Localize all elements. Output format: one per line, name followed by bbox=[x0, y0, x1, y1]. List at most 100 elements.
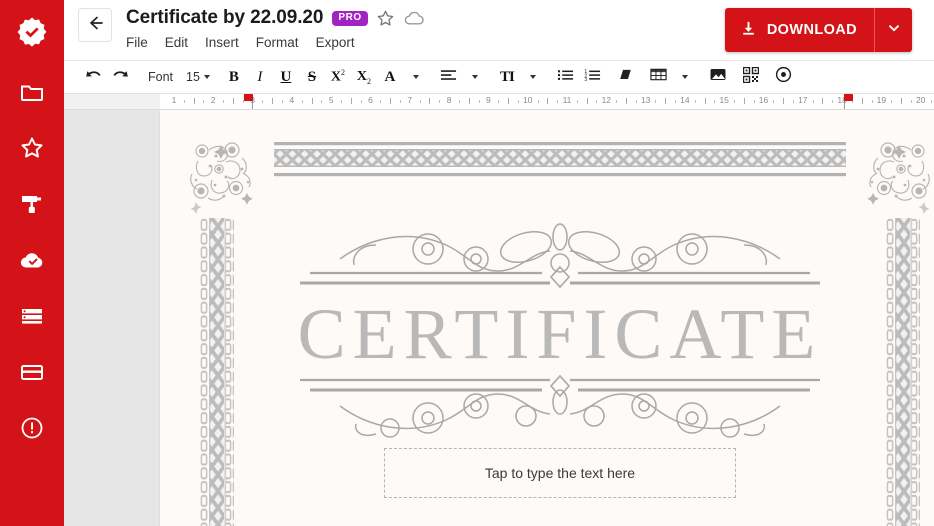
title-block: Certificate by 22.09.20 PRO File Edit In… bbox=[126, 0, 426, 50]
ruler-tick bbox=[714, 100, 716, 103]
corner-ornament-top-right bbox=[856, 136, 934, 214]
formatting-toolbar: Font 15 B I U S X2 X2 A TI 1 2 3 bbox=[64, 60, 934, 94]
strikethrough-label: S bbox=[307, 68, 317, 85]
sidebar-item-favorites[interactable] bbox=[0, 120, 64, 176]
eraser-button[interactable] bbox=[612, 62, 639, 92]
ruler-tick bbox=[508, 98, 510, 104]
chevron-down-icon bbox=[529, 75, 536, 79]
ruler-number: 20 bbox=[915, 95, 926, 105]
sidebar-item-subscription[interactable] bbox=[0, 344, 64, 400]
align-dropdown[interactable] bbox=[462, 62, 488, 92]
page-title[interactable]: Certificate by 22.09.20 bbox=[126, 7, 323, 29]
download-arrow-icon bbox=[740, 20, 757, 41]
download-group: DOWNLOAD bbox=[724, 8, 912, 52]
numbered-list-button[interactable]: 1 2 3 bbox=[579, 62, 606, 92]
ruler-tick bbox=[272, 98, 274, 104]
bullet-list-button[interactable] bbox=[552, 62, 579, 92]
left-margin-marker[interactable] bbox=[243, 94, 253, 101]
download-button[interactable]: DOWNLOAD bbox=[724, 8, 874, 52]
image-button[interactable] bbox=[704, 62, 732, 92]
ruler-number: 10 bbox=[522, 95, 533, 105]
flourish-ornament-top bbox=[280, 215, 840, 295]
chevron-down-icon bbox=[471, 75, 478, 79]
font-family-button[interactable]: Font bbox=[140, 70, 181, 84]
ruler-tick bbox=[753, 100, 755, 103]
ruler-tick bbox=[783, 98, 785, 104]
table-icon bbox=[650, 67, 667, 87]
text-placeholder-box[interactable]: Tap to type the text here bbox=[384, 448, 736, 498]
ruler-number: 2 bbox=[210, 95, 216, 105]
ruler-tick bbox=[301, 100, 303, 103]
align-left-icon bbox=[440, 68, 457, 87]
download-label: DOWNLOAD bbox=[766, 22, 857, 38]
ruler-tick bbox=[734, 100, 736, 103]
ruler-tick bbox=[458, 100, 460, 103]
font-size-button[interactable]: 15 bbox=[181, 70, 215, 84]
sidebar-item-design[interactable] bbox=[0, 176, 64, 232]
ruler-number: 17 bbox=[798, 95, 808, 105]
ruler-tick bbox=[871, 100, 873, 103]
ruler-number: 4 bbox=[289, 95, 295, 105]
text-style-dropdown[interactable] bbox=[520, 62, 546, 92]
qr-code-button[interactable] bbox=[738, 62, 764, 92]
certificate-title[interactable]: CERTIFICATE bbox=[160, 298, 934, 370]
italic-label: I bbox=[257, 68, 263, 85]
ruler-tick bbox=[399, 100, 401, 103]
table-button[interactable] bbox=[645, 62, 672, 92]
ruler-tick bbox=[380, 100, 382, 103]
italic-button[interactable]: I bbox=[247, 62, 273, 92]
sidebar-item-list[interactable] bbox=[0, 288, 64, 344]
main-pane: Certificate by 22.09.20 PRO File Edit In… bbox=[64, 0, 934, 526]
underline-label: U bbox=[280, 68, 292, 85]
ruler-tick bbox=[812, 100, 814, 103]
redo-icon bbox=[112, 67, 129, 87]
menu-item-insert[interactable]: Insert bbox=[205, 35, 239, 50]
table-dropdown[interactable] bbox=[672, 62, 698, 92]
text-style-button[interactable]: TI bbox=[494, 62, 520, 92]
ruler-number: 8 bbox=[446, 95, 452, 105]
ruler-number: 16 bbox=[758, 95, 769, 105]
download-options-button[interactable] bbox=[874, 8, 912, 52]
subscript-label: X bbox=[356, 68, 367, 84]
app-logo-icon[interactable] bbox=[0, 6, 64, 62]
menu-item-edit[interactable]: Edit bbox=[165, 35, 188, 50]
right-margin-marker[interactable] bbox=[844, 94, 854, 101]
app-window: Certificate by 22.09.20 PRO File Edit In… bbox=[0, 0, 934, 526]
ruler-tick bbox=[792, 100, 794, 103]
sidebar-item-files[interactable] bbox=[0, 64, 64, 120]
ruler-tick bbox=[891, 100, 893, 103]
certificate-page[interactable]: CERTIFICATE Tap to type the text here bbox=[160, 110, 934, 526]
document-canvas[interactable]: CERTIFICATE Tap to type the text here bbox=[64, 110, 934, 526]
align-button[interactable] bbox=[435, 62, 462, 92]
shape-button[interactable] bbox=[770, 62, 797, 92]
strikethrough-button[interactable]: S bbox=[299, 62, 325, 92]
menu-item-format[interactable]: Format bbox=[256, 35, 299, 50]
sidebar-item-cloud[interactable] bbox=[0, 232, 64, 288]
ruler-tick bbox=[576, 100, 578, 103]
text-style-label: TI bbox=[500, 68, 515, 85]
superscript-button[interactable]: X2 bbox=[325, 62, 351, 92]
star-outline-icon[interactable] bbox=[376, 9, 395, 28]
undo-button[interactable] bbox=[80, 62, 107, 92]
ruler-tick bbox=[183, 100, 185, 103]
horizontal-ruler[interactable]: 123456789101112131415161718192021 bbox=[64, 94, 934, 110]
underline-button[interactable]: U bbox=[273, 62, 299, 92]
text-color-button[interactable]: A bbox=[377, 62, 403, 92]
ruler-tick bbox=[773, 100, 775, 103]
ruler-tick bbox=[704, 98, 706, 104]
sidebar-item-help[interactable] bbox=[0, 400, 64, 456]
menu-item-file[interactable]: File bbox=[126, 35, 148, 50]
menu-item-export[interactable]: Export bbox=[316, 35, 355, 50]
menu-bar: File Edit Insert Format Export bbox=[126, 35, 426, 50]
flourish-ornament-bottom bbox=[280, 372, 840, 452]
ruler-tick bbox=[743, 98, 745, 104]
ruler-tick bbox=[262, 100, 264, 103]
ruler-tick bbox=[665, 98, 667, 104]
cloud-outline-icon[interactable] bbox=[403, 9, 426, 28]
subscript-button[interactable]: X2 bbox=[351, 62, 377, 92]
app-header: Certificate by 22.09.20 PRO File Edit In… bbox=[64, 0, 934, 60]
back-button[interactable] bbox=[78, 8, 112, 42]
redo-button[interactable] bbox=[107, 62, 134, 92]
bold-button[interactable]: B bbox=[221, 62, 247, 92]
text-color-dropdown[interactable] bbox=[403, 62, 429, 92]
